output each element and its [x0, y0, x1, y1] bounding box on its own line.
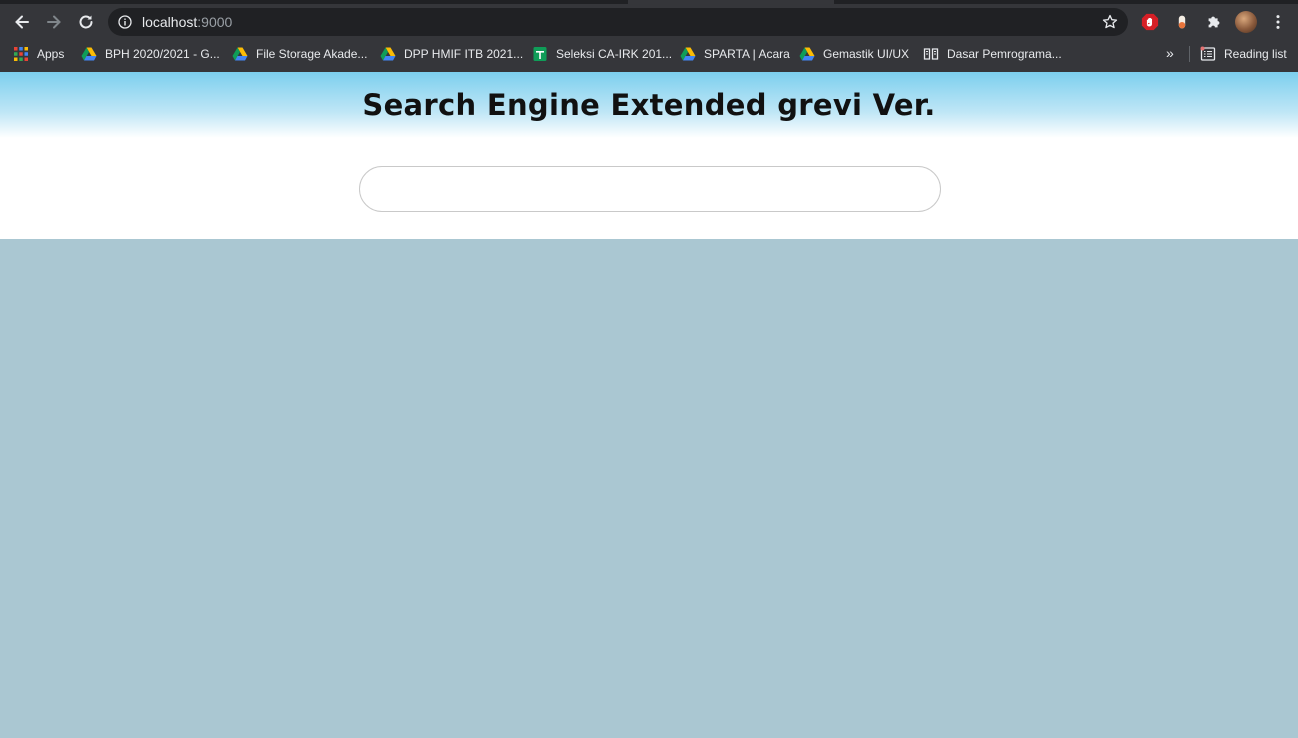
bookmark-apps[interactable]: Apps [13, 42, 64, 66]
search-input[interactable] [359, 166, 941, 212]
bookmarks-bar: Apps BPH 2020/2021 - G... File Storage A… [0, 42, 1298, 66]
more-bookmarks-button[interactable]: » [1166, 42, 1174, 66]
reload-icon [79, 15, 93, 29]
stop-hand-icon [1141, 13, 1159, 31]
google-drive-icon [680, 47, 696, 61]
apps-grid-icon [14, 47, 28, 61]
bookmark-label: BPH 2020/2021 - G... [105, 47, 220, 61]
google-drive-icon [799, 47, 815, 61]
bookmark-star-icon[interactable] [1102, 14, 1118, 30]
google-drive-icon [232, 47, 248, 61]
bookmark-label: Seleksi CA-IRK 201... [556, 47, 673, 61]
page-header: Search Engine Extended grevi Ver. [0, 72, 1298, 239]
reload-button[interactable] [72, 8, 100, 36]
book-icon [923, 48, 939, 60]
bookmark-label: Gemastik UI/UX [823, 47, 910, 61]
bookmark-label: DPP HMIF ITB 2021... [404, 47, 524, 61]
bookmark-item[interactable]: File Storage Akade... [232, 42, 367, 66]
bookmark-label: Dasar Pemrograma... [947, 47, 1062, 61]
reading-list-label: Reading list [1224, 47, 1287, 61]
results-area [0, 239, 1298, 738]
arrow-left-icon [15, 15, 29, 29]
browser-menu-button[interactable] [1268, 12, 1288, 32]
bookmark-item[interactable]: DPP HMIF ITB 2021... [380, 42, 523, 66]
forward-button[interactable] [40, 8, 68, 36]
page-title: Search Engine Extended grevi Ver. [362, 88, 936, 122]
bookmark-label: File Storage Akade... [256, 47, 368, 61]
reading-list-icon [1200, 46, 1216, 61]
arrow-right-icon [47, 15, 61, 29]
bookmark-item[interactable]: BPH 2020/2021 - G... [81, 42, 220, 66]
url-text[interactable]: localhost:9000 [142, 14, 232, 30]
capsule-icon [1178, 15, 1186, 29]
info-icon[interactable] [118, 15, 132, 29]
browser-toolbar: localhost:9000 [0, 4, 1298, 40]
capsule-extension-button[interactable] [1172, 12, 1192, 32]
address-bar[interactable]: localhost:9000 [108, 8, 1128, 36]
bookmark-label: Apps [37, 47, 65, 61]
google-sheets-icon [533, 47, 547, 61]
extensions-button[interactable] [1204, 12, 1224, 32]
bookmark-item[interactable]: Dasar Pemrograma... [923, 42, 1062, 66]
url-port: :9000 [197, 14, 233, 30]
google-drive-icon [380, 47, 396, 61]
adblock-extension-button[interactable] [1140, 12, 1160, 32]
reading-list-button[interactable]: Reading list [1200, 42, 1287, 66]
url-host: localhost [142, 14, 198, 30]
bookmark-item[interactable]: Seleksi CA-IRK 201... [532, 42, 672, 66]
bookmark-item[interactable]: SPARTA | Acara [680, 42, 790, 66]
bookmarks-divider [1189, 46, 1190, 62]
profile-avatar[interactable] [1235, 11, 1257, 33]
browser-chrome: localhost:9000 Apps BPH 2020/2021 - G...… [0, 0, 1298, 72]
puzzle-icon [1208, 16, 1220, 28]
google-drive-icon [81, 47, 97, 61]
bookmark-item[interactable]: Gemastik UI/UX [799, 42, 909, 66]
bookmark-label: SPARTA | Acara [704, 47, 790, 61]
back-button[interactable] [8, 8, 36, 36]
kebab-menu-icon [1276, 15, 1280, 29]
